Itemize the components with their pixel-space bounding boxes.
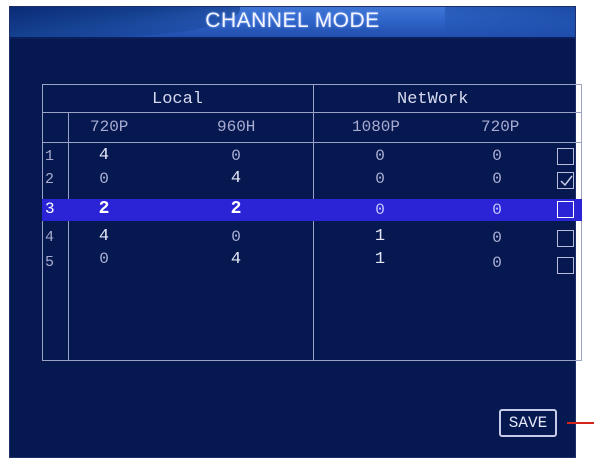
cell-local-720p[interactable]: 4 (74, 227, 134, 246)
cell-local-960h[interactable]: 2 (206, 199, 266, 219)
cell-local-960h[interactable]: 4 (206, 169, 266, 188)
column-header-network-1080p: 1080P (352, 118, 401, 136)
window-title: CHANNEL MODE (205, 9, 380, 32)
cell-local-960h[interactable]: 4 (206, 250, 266, 269)
group-header-network: NetWork (397, 90, 469, 109)
cell-local-960h[interactable]: 0 (206, 228, 266, 246)
cell-network-720p[interactable]: 0 (467, 170, 527, 188)
title-bar: CHANNEL MODE (10, 7, 575, 37)
cell-network-720p[interactable]: 0 (467, 201, 527, 219)
table-divider-rownum (68, 113, 69, 361)
cell-local-960h[interactable]: 0 (206, 147, 266, 165)
cell-network-720p[interactable]: 0 (467, 147, 527, 165)
row-checkbox[interactable] (557, 148, 574, 165)
column-header-network-720p: 720P (481, 118, 520, 136)
table-divider-group (42, 112, 582, 113)
cell-network-1080p[interactable]: 1 (350, 250, 410, 269)
row-number: 4 (45, 229, 55, 246)
row-checkbox[interactable] (557, 201, 574, 218)
cell-network-720p[interactable]: 0 (467, 254, 527, 272)
row-number: 5 (45, 254, 55, 271)
table-divider-groups (313, 84, 314, 361)
cell-network-1080p[interactable]: 0 (350, 147, 410, 165)
cell-network-1080p[interactable]: 0 (350, 201, 410, 219)
column-header-local-960h: 960H (217, 118, 256, 136)
dvr-screen: CHANNEL MODE Local NetWork 720P 960H 108… (0, 0, 594, 463)
column-header-local-720p: 720P (90, 118, 129, 136)
cell-network-1080p[interactable]: 0 (350, 170, 410, 188)
cell-local-720p[interactable]: 4 (74, 146, 134, 165)
cell-network-1080p[interactable]: 1 (350, 227, 410, 246)
callout-pointer (567, 422, 594, 424)
cell-local-720p[interactable]: 0 (74, 250, 134, 268)
row-number: 3 (45, 200, 55, 218)
row-checkbox-checked[interactable] (557, 172, 574, 189)
title-divider (10, 37, 575, 39)
checkmark-icon (560, 175, 573, 187)
row-number: 2 (45, 171, 55, 188)
row-checkbox[interactable] (557, 257, 574, 274)
group-header-local: Local (152, 90, 204, 109)
cell-local-720p[interactable]: 2 (74, 199, 134, 219)
cell-network-720p[interactable]: 0 (467, 229, 527, 247)
save-button[interactable]: SAVE (499, 409, 557, 437)
row-checkbox[interactable] (557, 230, 574, 247)
row-number: 1 (45, 148, 55, 165)
table-divider-header (42, 142, 582, 143)
cell-local-720p[interactable]: 0 (74, 170, 134, 188)
